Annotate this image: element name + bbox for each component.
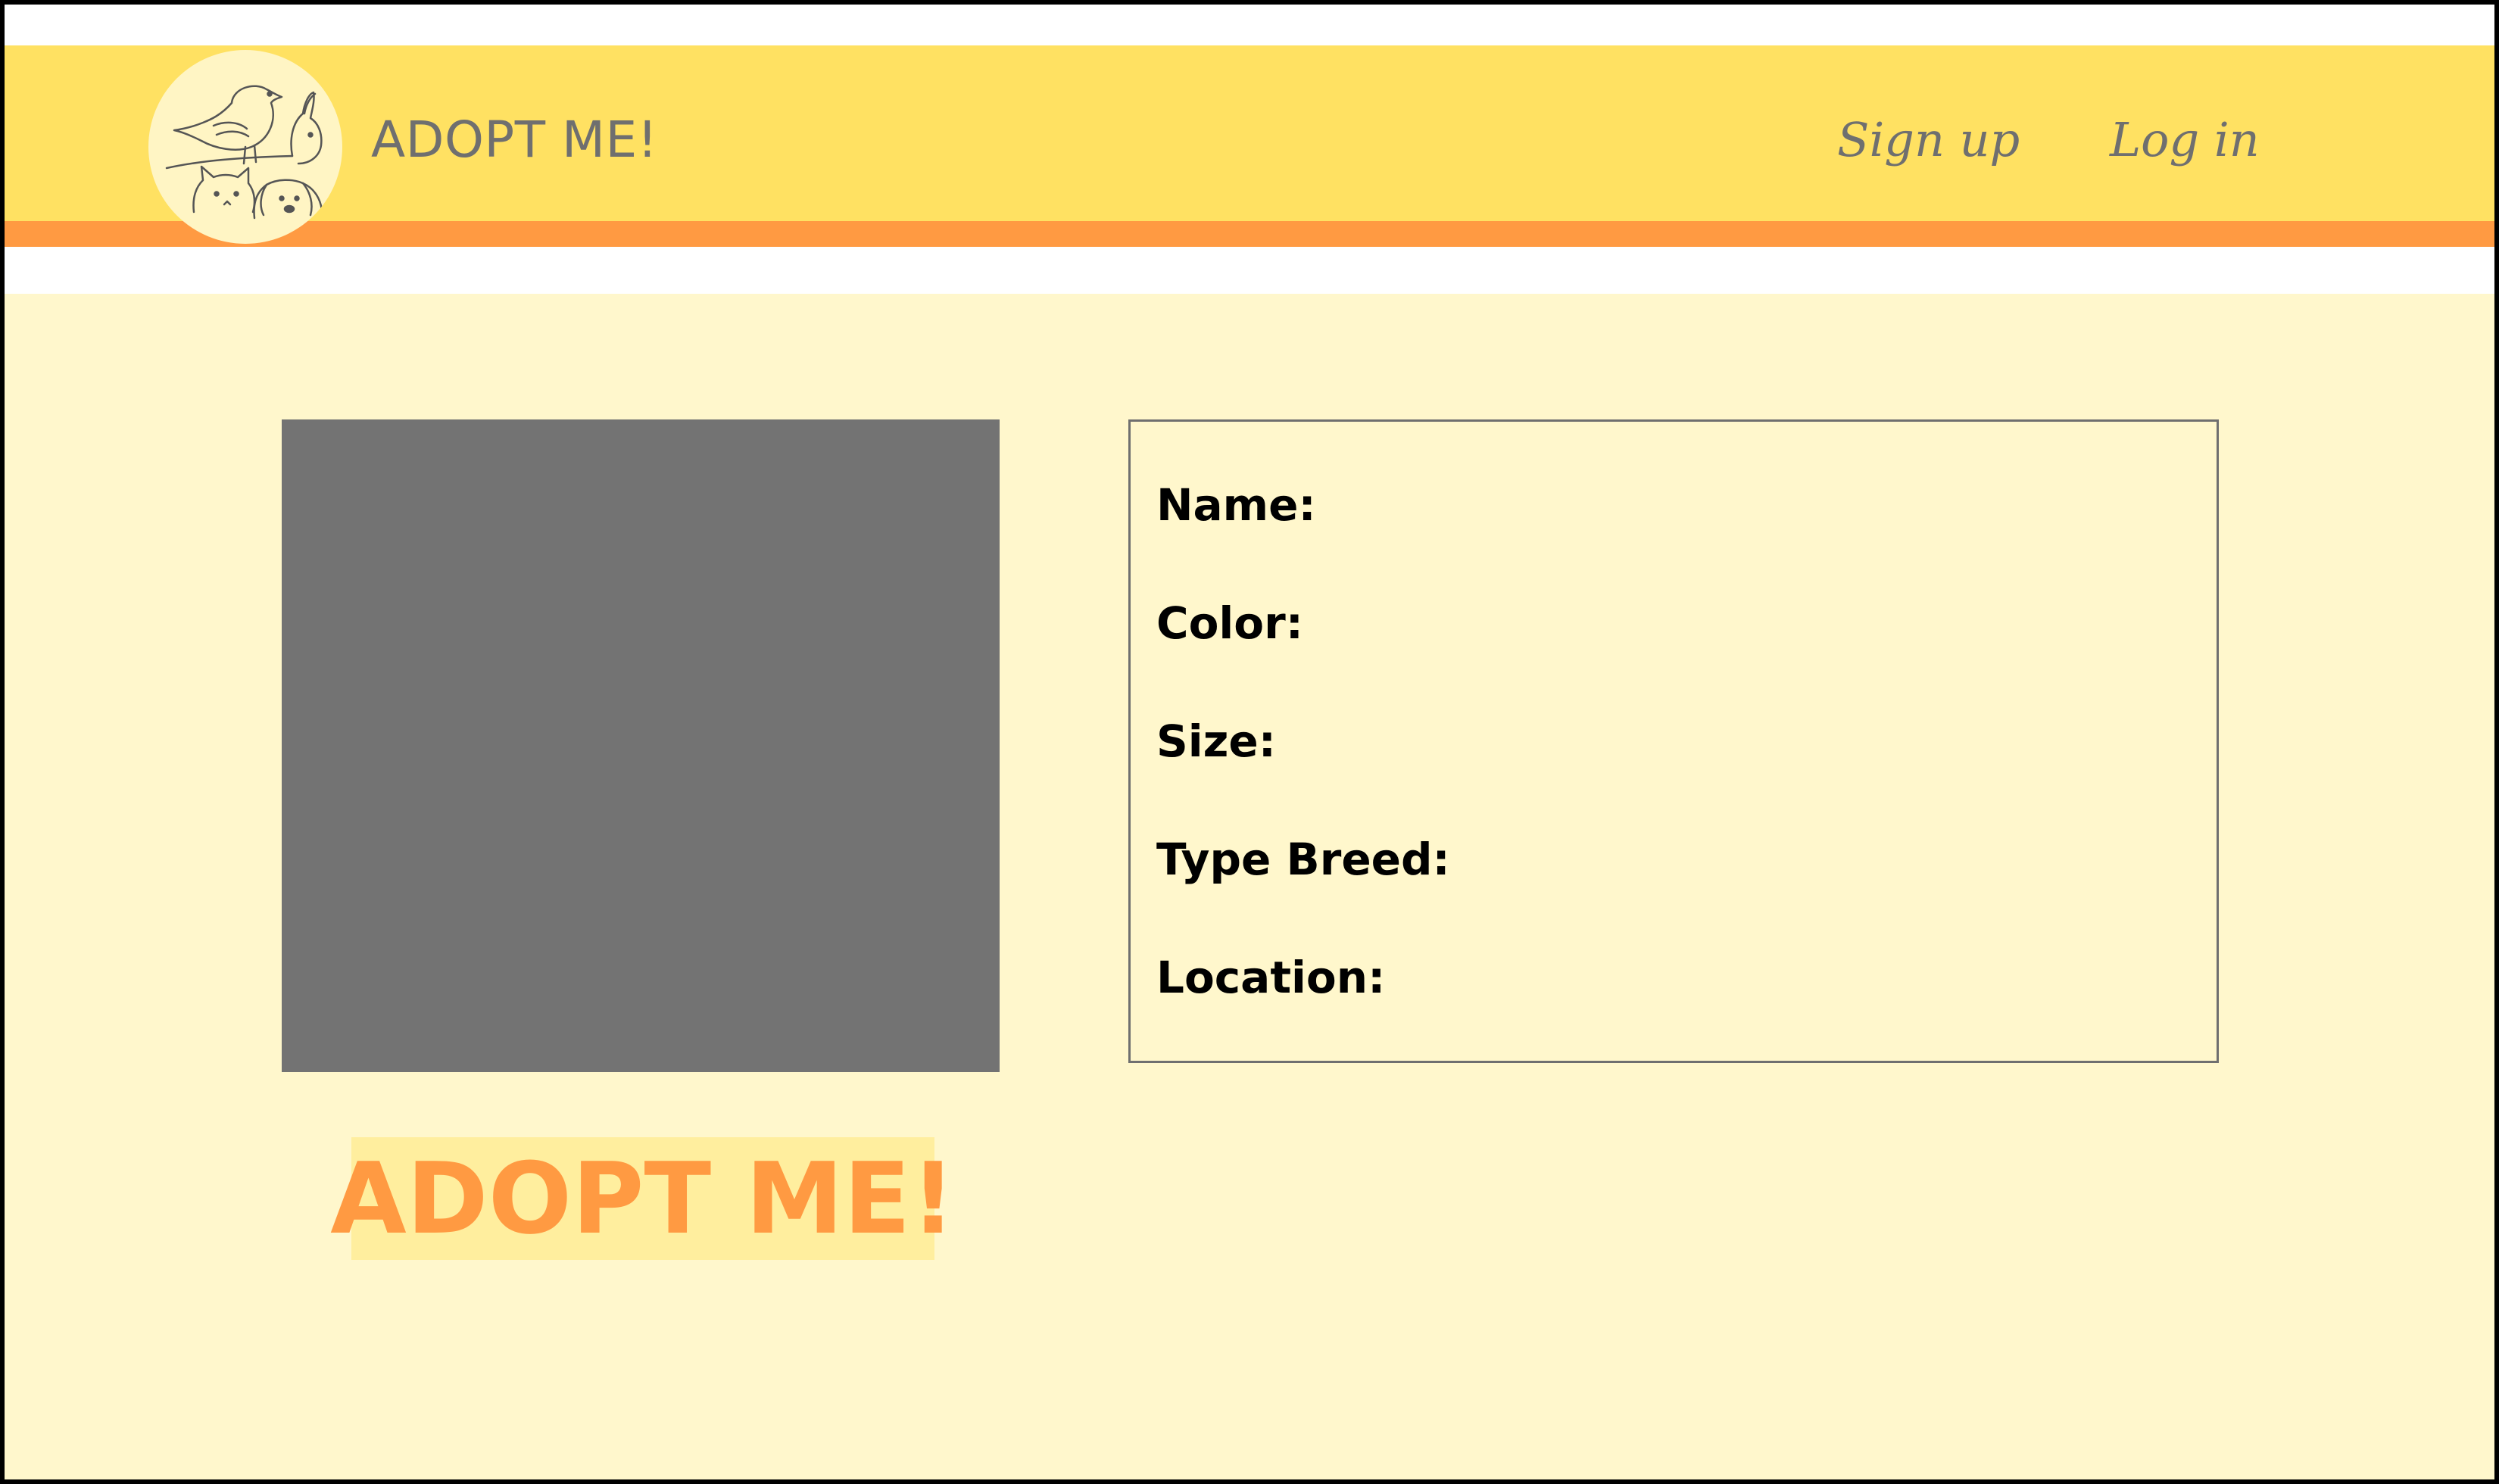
site-title[interactable]: ADOPT ME! [371, 111, 658, 169]
adopt-me-button[interactable]: ADOPT ME! [330, 1137, 956, 1260]
pet-details-panel: Name: Color: Size: Type Breed: Location: [1128, 419, 2219, 1063]
size-label: Size: [1156, 716, 1276, 767]
page: ADOPT ME! Sign up Log in Name: Color: Si… [0, 0, 2499, 1484]
pet-photo-placeholder [282, 419, 1000, 1072]
color-label: Color: [1156, 597, 1303, 649]
login-link[interactable]: Log in [2110, 112, 2260, 167]
pets-logo-icon[interactable] [148, 50, 342, 244]
name-label: Name: [1156, 479, 1316, 531]
header-stripe [5, 221, 2494, 247]
signup-link[interactable]: Sign up [1837, 112, 2020, 167]
type-breed-label: Type Breed: [1156, 834, 1450, 885]
pet-profile-section: Name: Color: Size: Type Breed: Location:… [5, 294, 2494, 1479]
location-label: Location: [1156, 952, 1386, 1003]
